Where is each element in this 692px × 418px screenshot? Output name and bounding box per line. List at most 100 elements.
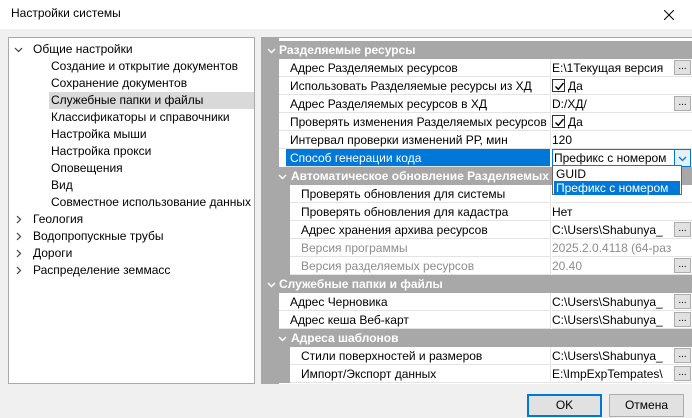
tree-item-create-open[interactable]: Создание и открытие документов xyxy=(51,58,242,75)
category-shared-resources[interactable]: Разделяемые ресурсы xyxy=(262,41,692,59)
property-row[interactable]: Адрес хранения архива ресурсов C:\Users\… xyxy=(262,221,692,239)
property-row: Версия программы 2025.2.0.4118 (64-раз xyxy=(262,239,692,257)
cancel-button[interactable]: Отмена xyxy=(609,394,684,417)
tree-item-general[interactable]: Общие настройки xyxy=(33,41,137,58)
column-separator xyxy=(550,77,551,95)
tree-item-save[interactable]: Сохранение документов xyxy=(51,75,191,92)
chevron-right-icon[interactable] xyxy=(12,262,24,279)
browse-button[interactable]: ... xyxy=(674,60,691,75)
column-separator xyxy=(550,221,551,239)
property-row[interactable]: Адрес Разделяемых ресурсов в ХД D:/ХД/ .… xyxy=(262,95,692,113)
property-value[interactable]: D:/ХД/ ... xyxy=(552,95,692,113)
value-text: D:/ХД/ xyxy=(552,97,587,111)
tree-item-roads[interactable]: Дороги xyxy=(33,245,76,262)
value-text: C:\Users\Shabunya_ xyxy=(552,349,663,363)
column-separator xyxy=(550,113,551,131)
tree-item-geology[interactable]: Геология xyxy=(33,211,87,228)
value-text: C:\Users\Shabunya_ xyxy=(552,223,663,237)
property-value[interactable]: C:\Users\Shabunya_ ... xyxy=(552,221,692,239)
category-label: Разделяемые ресурсы xyxy=(279,43,416,57)
category-templates[interactable]: Адреса шаблонов xyxy=(262,329,692,347)
property-grid[interactable]: Разделяемые ресурсы Адрес Разделяемых ре… xyxy=(261,37,692,384)
tree-item-classifiers[interactable]: Классификаторы и справочники xyxy=(51,109,234,126)
property-value[interactable]: C:\Users\Shabunya_ ... xyxy=(552,293,692,311)
browse-button[interactable]: ... xyxy=(674,222,691,237)
property-name: Адрес Черновика xyxy=(279,293,550,311)
column-separator xyxy=(550,131,551,149)
chevron-right-icon[interactable] xyxy=(12,211,24,228)
codegen-dropdown-list[interactable]: GUID Префикс с номером xyxy=(552,165,682,195)
property-value[interactable]: 120 xyxy=(552,131,692,149)
property-name: Адрес хранения архива ресурсов xyxy=(290,221,550,239)
chevron-down-icon[interactable] xyxy=(276,167,288,185)
dropdown-option-guid[interactable]: GUID xyxy=(554,167,680,181)
close-icon xyxy=(664,10,674,20)
browse-button[interactable]: ... xyxy=(674,294,691,309)
tree-item-culverts[interactable]: Водопропускные трубы xyxy=(33,228,167,245)
property-row[interactable]: Проверять обновления для кадастра Нет xyxy=(262,203,692,221)
property-name: Использовать Разделяемые ресурсы из ХД xyxy=(279,77,550,95)
grid-gutter xyxy=(279,347,290,365)
checkbox-checked[interactable] xyxy=(552,79,565,92)
property-row[interactable]: Интервал проверки изменений РР, мин 120 xyxy=(262,131,692,149)
property-row[interactable]: Адрес Разделяемых ресурсов E:\1Текущая в… xyxy=(262,59,692,77)
chevron-down-icon[interactable] xyxy=(265,275,277,293)
property-row[interactable]: Импорт/Экспорт данных E:\ImpExpTempates\… xyxy=(262,365,692,383)
browse-button[interactable]: ... xyxy=(674,312,691,327)
chevron-down-icon[interactable] xyxy=(265,41,277,59)
dropdown-option-prefix[interactable]: Префикс с номером xyxy=(554,181,680,195)
property-row[interactable]: Проверять изменения Разделяемых ресурсов… xyxy=(262,113,692,131)
value-text: E:\1Текущая версия xyxy=(552,61,664,75)
property-row[interactable]: Использовать Разделяемые ресурсы из ХД Д… xyxy=(262,77,692,95)
category-label: Автоматическое обновление Разделяемых р xyxy=(291,169,560,183)
chevron-down-icon[interactable] xyxy=(12,41,24,58)
property-row[interactable]: Стили поверхностей и размеров C:\Users\S… xyxy=(262,347,692,365)
tree-item-view[interactable]: Вид xyxy=(51,177,77,194)
value-text: Да xyxy=(568,115,583,129)
property-name: Адрес Разделяемых ресурсов в ХД xyxy=(279,95,550,113)
property-value[interactable]: E:\ImpExpTempates\ ... xyxy=(552,365,692,383)
browse-button[interactable]: ... xyxy=(674,348,691,363)
property-value[interactable]: C:\Users\Shabunya_ ... xyxy=(552,347,692,365)
settings-tree[interactable]: Общие настройки Создание и открытие доку… xyxy=(8,37,255,384)
browse-button[interactable]: ... xyxy=(674,258,691,273)
column-separator xyxy=(550,257,551,275)
title-bar: Настройки системы xyxy=(0,0,692,30)
grid-gutter xyxy=(279,185,290,203)
combo-dropdown-button[interactable] xyxy=(674,150,690,166)
property-row[interactable]: Адрес кеша Веб-карт C:\Users\Shabunya_ .… xyxy=(262,311,692,329)
tree-item-service-folders[interactable]: Служебные папки и файлы xyxy=(49,92,254,109)
column-separator xyxy=(550,365,551,383)
property-value[interactable]: C:\Users\Shabunya_ ... xyxy=(552,311,692,329)
property-value[interactable]: E:\1Текущая версия ... xyxy=(552,59,692,77)
ok-button[interactable]: OK xyxy=(527,394,602,417)
tree-item-earthworks[interactable]: Распределение земмасс xyxy=(33,262,174,279)
tree-item-mouse[interactable]: Настройка мыши xyxy=(51,126,151,143)
column-separator xyxy=(550,95,551,113)
property-value[interactable]: Да xyxy=(552,113,692,131)
grid-gutter xyxy=(279,203,290,221)
column-separator xyxy=(550,203,551,221)
chevron-down-icon[interactable] xyxy=(276,329,288,347)
property-name: Версия программы xyxy=(290,239,550,257)
property-name: Адрес кеша Веб-карт xyxy=(279,311,550,329)
browse-button[interactable]: ... xyxy=(674,96,691,111)
property-name: Проверять изменения Разделяемых ресурсов xyxy=(279,113,550,131)
tree-item-sharing[interactable]: Совместное использование данных xyxy=(51,194,254,211)
property-row[interactable]: Адрес Черновика C:\Users\Shabunya_ ... xyxy=(262,293,692,311)
column-separator xyxy=(550,185,551,203)
category-service-folders[interactable]: Служебные папки и файлы xyxy=(262,275,692,293)
tree-item-notifications[interactable]: Оповещения xyxy=(51,160,127,177)
property-name: Проверять обновления для кадастра xyxy=(290,203,550,221)
tree-item-proxy[interactable]: Настройка прокси xyxy=(51,143,155,160)
chevron-right-icon[interactable] xyxy=(12,245,24,262)
browse-button[interactable]: ... xyxy=(674,366,691,381)
chevron-right-icon[interactable] xyxy=(12,228,24,245)
property-value[interactable]: Нет xyxy=(552,203,692,221)
checkbox-checked[interactable] xyxy=(552,115,565,128)
property-value[interactable]: Да xyxy=(552,77,692,95)
property-name: Стили поверхностей и размеров xyxy=(290,347,550,365)
close-button[interactable] xyxy=(646,0,692,30)
value-text: C:\Users\Shabunya_ xyxy=(552,295,663,309)
grid-gutter xyxy=(279,221,290,239)
